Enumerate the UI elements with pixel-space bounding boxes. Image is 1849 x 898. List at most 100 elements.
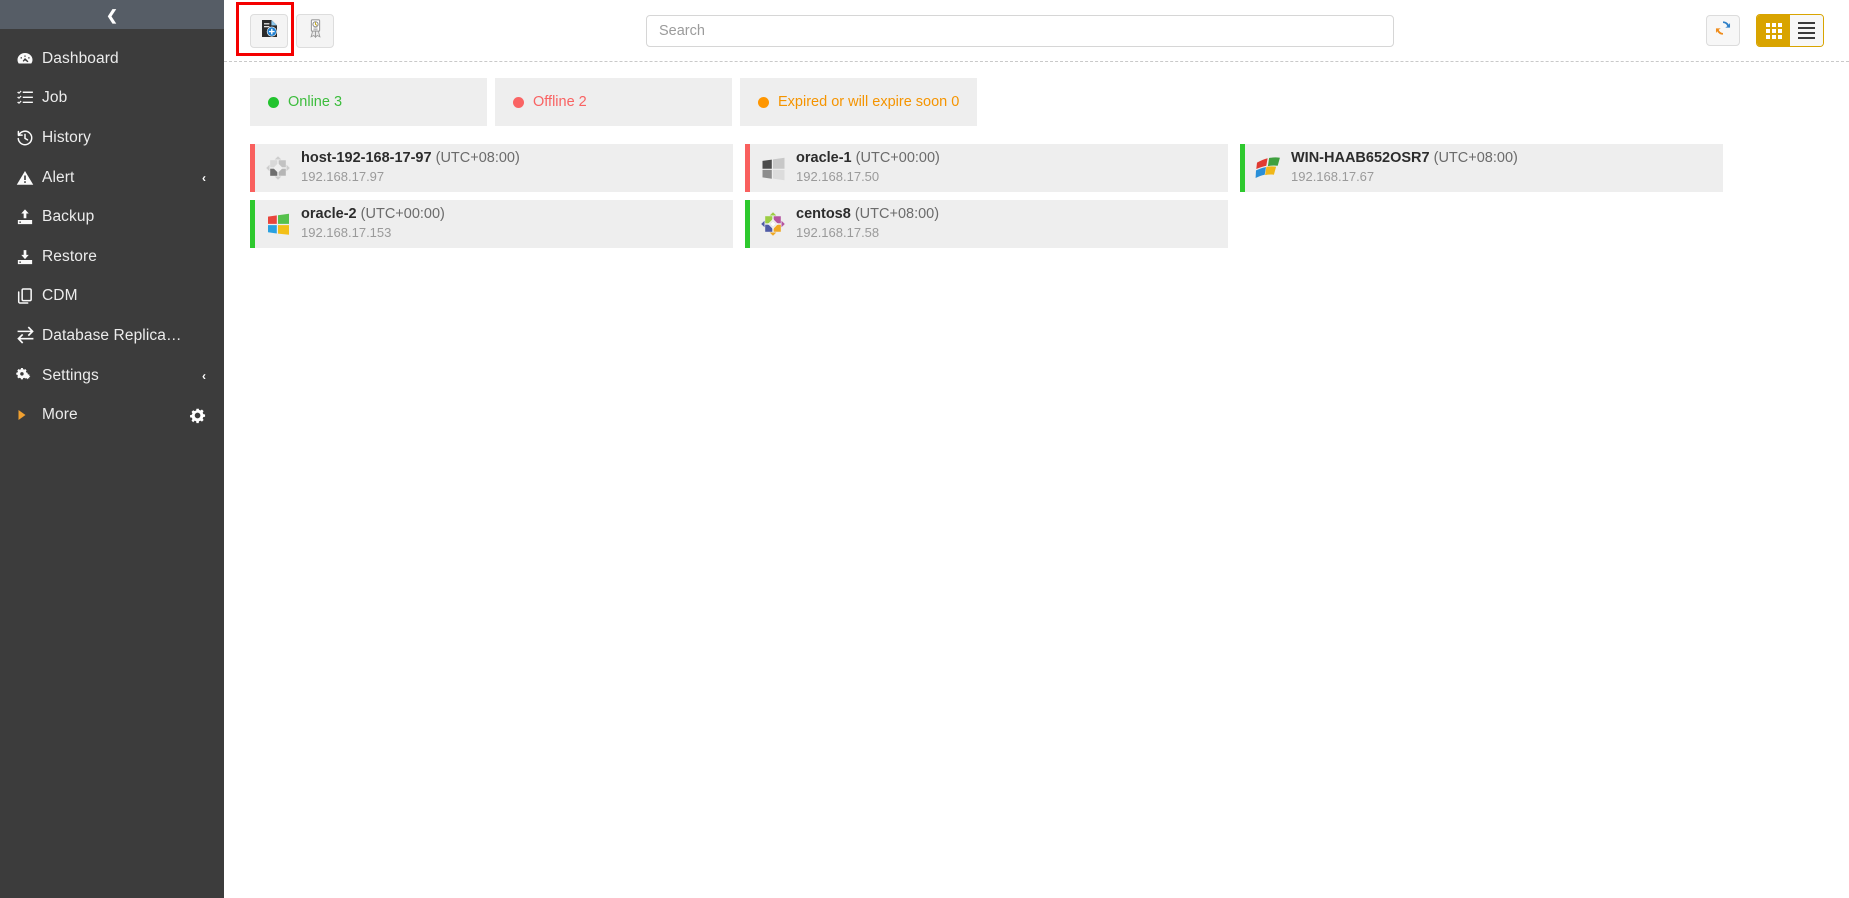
windows-logo-gray-icon (750, 144, 796, 192)
sidebar-item-dashboard[interactable]: Dashboard (0, 39, 224, 79)
windows-logo-color-icon (255, 200, 301, 248)
sidebar-item-label: More (42, 406, 78, 424)
sidebar-item-settings[interactable]: Settings ‹ (0, 356, 224, 396)
status-card-expired[interactable]: Expired or will expire soon 0 (740, 78, 977, 126)
sidebar-item-label: History (42, 128, 91, 146)
toolbar-left-actions (236, 1, 334, 56)
host-ip: 192.168.17.153 (301, 225, 392, 241)
host-title-line: centos8 (UTC+08:00) (796, 206, 940, 223)
host-grid: host-192-168-17-97 (UTC+08:00) 192.168.1… (250, 144, 1823, 248)
host-title-line: WIN-HAAB652OSR7 (UTC+08:00) (1291, 150, 1518, 167)
status-card-label: Offline 2 (533, 94, 587, 110)
host-card[interactable]: WIN-HAAB652OSR7 (UTC+08:00) 192.168.17.6… (1240, 144, 1723, 192)
sidebar-item-label: Job (42, 89, 68, 107)
grid-view-icon (1765, 22, 1782, 39)
main-content: Online 3 Offline 2 Expired or will expir… (224, 0, 1849, 898)
host-name: oracle-2 (301, 206, 357, 223)
chevron-left-icon: ❮ (106, 6, 118, 23)
host-ip: 192.168.17.58 (796, 225, 880, 241)
status-dot-online (268, 96, 279, 108)
triangle-right-icon (16, 405, 42, 425)
chevron-left-icon: ‹ (202, 368, 206, 383)
sidebar-menu: Dashboard Job History Alert ‹ Backup Res… (0, 29, 224, 435)
host-title-line: oracle-2 (UTC+00:00) (301, 206, 445, 223)
refresh-icon (1714, 19, 1732, 42)
search-container (334, 14, 1706, 47)
host-timezone: (UTC+00:00) (360, 206, 445, 223)
dashboard-gauge-icon (16, 49, 42, 69)
sidebar-item-restore[interactable]: Restore (0, 237, 224, 277)
host-timezone: (UTC+00:00) (855, 150, 940, 167)
sidebar-item-alert[interactable]: Alert ‹ (0, 158, 224, 198)
host-card[interactable]: centos8 (UTC+08:00) 192.168.17.58 (745, 200, 1228, 248)
sidebar-collapse-button[interactable]: ❮ (0, 0, 224, 29)
grid-view-button[interactable] (1757, 15, 1790, 46)
host-timezone: (UTC+08:00) (435, 150, 520, 167)
sidebar-item-database-replication[interactable]: Database Replica… (0, 316, 224, 356)
exchange-arrows-icon (16, 326, 42, 346)
view-toggle-group (1756, 14, 1824, 47)
centos-logo-gray-icon (255, 144, 301, 192)
sidebar-item-job[interactable]: Job (0, 79, 224, 119)
host-info: WIN-HAAB652OSR7 (UTC+08:00) 192.168.17.6… (1291, 150, 1518, 185)
status-card-offline[interactable]: Offline 2 (495, 78, 732, 126)
windows7-flag-icon (1245, 144, 1291, 192)
host-card[interactable]: oracle-1 (UTC+00:00) 192.168.17.50 (745, 144, 1228, 192)
status-dot-expired (758, 96, 769, 108)
host-ip: 192.168.17.50 (796, 169, 880, 185)
copy-pages-icon (16, 286, 42, 306)
status-card-online[interactable]: Online 3 (250, 78, 487, 126)
gears-icon (16, 366, 42, 386)
sidebar-item-label: Backup (42, 208, 95, 226)
status-summary-row: Online 3 Offline 2 Expired or will expir… (250, 78, 1823, 126)
add-host-button[interactable] (250, 13, 288, 48)
task-list-icon (16, 88, 42, 108)
status-card-label: Expired or will expire soon 0 (778, 94, 960, 110)
toolbar-right-actions (1706, 14, 1824, 47)
host-title-line: host-192-168-17-97 (UTC+08:00) (301, 150, 520, 167)
sidebar-item-cdm[interactable]: CDM (0, 277, 224, 317)
license-badge-icon (308, 18, 323, 43)
list-view-icon (1798, 21, 1815, 40)
refresh-button[interactable] (1706, 15, 1740, 46)
host-info: centos8 (UTC+08:00) 192.168.17.58 (796, 206, 940, 241)
host-card[interactable]: oracle-2 (UTC+00:00) 192.168.17.153 (250, 200, 733, 248)
sidebar-item-history[interactable]: History (0, 118, 224, 158)
sidebar-item-backup[interactable]: Backup (0, 197, 224, 237)
gear-icon[interactable] (189, 407, 206, 424)
host-name: WIN-HAAB652OSR7 (1291, 150, 1430, 167)
sidebar-item-label: Alert (42, 168, 75, 186)
content-area: Online 3 Offline 2 Expired or will expir… (224, 62, 1849, 248)
add-file-icon (261, 19, 278, 43)
sidebar-item-label: Settings (42, 366, 99, 384)
host-timezone: (UTC+08:00) (854, 206, 940, 223)
host-name: oracle-1 (796, 150, 852, 167)
status-dot-offline (513, 96, 524, 108)
host-ip: 192.168.17.97 (301, 169, 385, 185)
host-info: oracle-2 (UTC+00:00) 192.168.17.153 (301, 206, 445, 241)
sidebar-item-label: Database Replica… (42, 326, 182, 344)
application-root: ❮ Dashboard Job History Alert ‹ Backup R… (0, 0, 1849, 898)
sidebar-item-label: CDM (42, 287, 78, 305)
license-button[interactable] (296, 13, 334, 48)
host-info: oracle-1 (UTC+00:00) 192.168.17.50 (796, 150, 940, 185)
host-ip: 192.168.17.67 (1291, 169, 1375, 185)
sidebar-item-label: Dashboard (42, 49, 119, 67)
search-input[interactable] (646, 14, 1394, 47)
host-timezone: (UTC+08:00) (1433, 150, 1518, 167)
sidebar-item-label: Restore (42, 247, 97, 265)
restore-download-icon (16, 247, 42, 267)
host-name: centos8 (796, 206, 851, 223)
list-view-button[interactable] (1790, 15, 1823, 46)
chevron-left-icon: ‹ (202, 170, 206, 185)
history-clock-icon (16, 128, 42, 148)
host-info: host-192-168-17-97 (UTC+08:00) 192.168.1… (301, 150, 520, 185)
alert-triangle-icon (16, 168, 42, 188)
backup-upload-icon (16, 207, 42, 227)
sidebar: ❮ Dashboard Job History Alert ‹ Backup R… (0, 0, 224, 898)
sidebar-item-more[interactable]: More (0, 395, 224, 435)
status-card-label: Online 3 (288, 94, 343, 110)
host-card[interactable]: host-192-168-17-97 (UTC+08:00) 192.168.1… (250, 144, 733, 192)
centos-logo-color-icon (750, 200, 796, 248)
host-title-line: oracle-1 (UTC+00:00) (796, 150, 940, 167)
